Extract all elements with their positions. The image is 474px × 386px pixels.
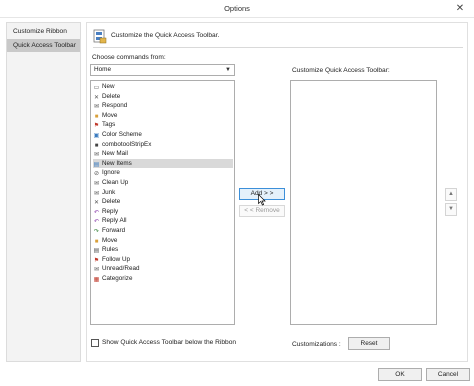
quick-access-toolbar-icon xyxy=(93,29,107,44)
choose-commands-value: Home xyxy=(94,66,112,73)
list-item[interactable]: ✉ Unread/Read xyxy=(93,264,233,274)
list-item[interactable]: ▦ Categorize xyxy=(93,274,233,284)
window-title: Options xyxy=(224,4,250,13)
nav-item-quick-access-toolbar[interactable]: Quick Access Toolbar xyxy=(7,39,80,52)
commands-list[interactable]: ▭ New ✕ Delete ✉ Respond ■ Move ⚑ Tags ▣ Color… xyxy=(90,80,235,325)
list-item[interactable]: ▤ New Items xyxy=(93,158,233,169)
qat-label: Customize Quick Access Toolbar: xyxy=(292,67,390,74)
list-item[interactable]: ⚑ Follow Up xyxy=(93,255,233,265)
list-item[interactable]: ✉ New Mail xyxy=(93,149,233,159)
nav-item-customize-ribbon[interactable]: Customize Ribbon xyxy=(7,25,80,38)
list-item[interactable]: ■ Move xyxy=(93,111,233,121)
chevron-down-icon: ▼ xyxy=(225,67,231,73)
choose-commands-dropdown[interactable]: Home ▼ xyxy=(90,64,235,76)
options-nav: Customize Ribbon Quick Access Toolbar xyxy=(6,22,81,362)
choose-commands-label: Choose commands from: xyxy=(92,54,166,61)
move-down-button[interactable]: ▼ xyxy=(445,203,457,216)
list-item[interactable]: ■ combotoolStripEx xyxy=(93,140,233,150)
title-bar: Options ✕ xyxy=(0,0,474,18)
list-item[interactable]: ▭ New xyxy=(93,82,233,92)
list-item[interactable]: ✕ Delete xyxy=(93,92,233,102)
categorize-icon: ▦ xyxy=(93,277,100,283)
list-item[interactable]: ▤ Rules xyxy=(93,245,233,255)
header-divider xyxy=(93,47,463,48)
reset-button[interactable]: Reset xyxy=(348,337,390,350)
cancel-button[interactable]: Cancel xyxy=(426,368,470,381)
show-below-ribbon-label: Show Quick Access Toolbar below the Ribb… xyxy=(102,339,237,346)
close-icon[interactable]: ✕ xyxy=(454,2,466,15)
list-item[interactable]: ✕ Delete xyxy=(93,197,233,207)
qat-list[interactable] xyxy=(290,80,437,325)
show-below-ribbon-checkbox[interactable] xyxy=(91,339,99,347)
list-item[interactable]: ✉ Clean Up xyxy=(93,178,233,188)
list-item[interactable]: ■ Move xyxy=(93,236,233,246)
ok-button[interactable]: OK xyxy=(378,368,422,381)
list-item[interactable]: ↶ Reply All xyxy=(93,216,233,226)
list-item[interactable]: ⚑ Tags xyxy=(93,120,233,130)
move-up-button[interactable]: ▲ xyxy=(445,188,457,201)
mouse-pointer-icon xyxy=(258,194,266,206)
page-title: Customize the Quick Access Toolbar. xyxy=(111,32,220,39)
customizations-label: Customizations : xyxy=(292,341,341,348)
remove-button[interactable]: < < Remove xyxy=(239,205,285,217)
list-item[interactable]: ✉ Junk xyxy=(93,188,233,198)
list-item[interactable]: ▣ Color Scheme xyxy=(93,130,233,140)
list-item[interactable]: ✉ Respond xyxy=(93,101,233,111)
list-item[interactable]: ⊘ Ignore xyxy=(93,168,233,178)
list-item[interactable]: ↶ Reply xyxy=(93,207,233,217)
list-item[interactable]: ↷ Forward xyxy=(93,226,233,236)
